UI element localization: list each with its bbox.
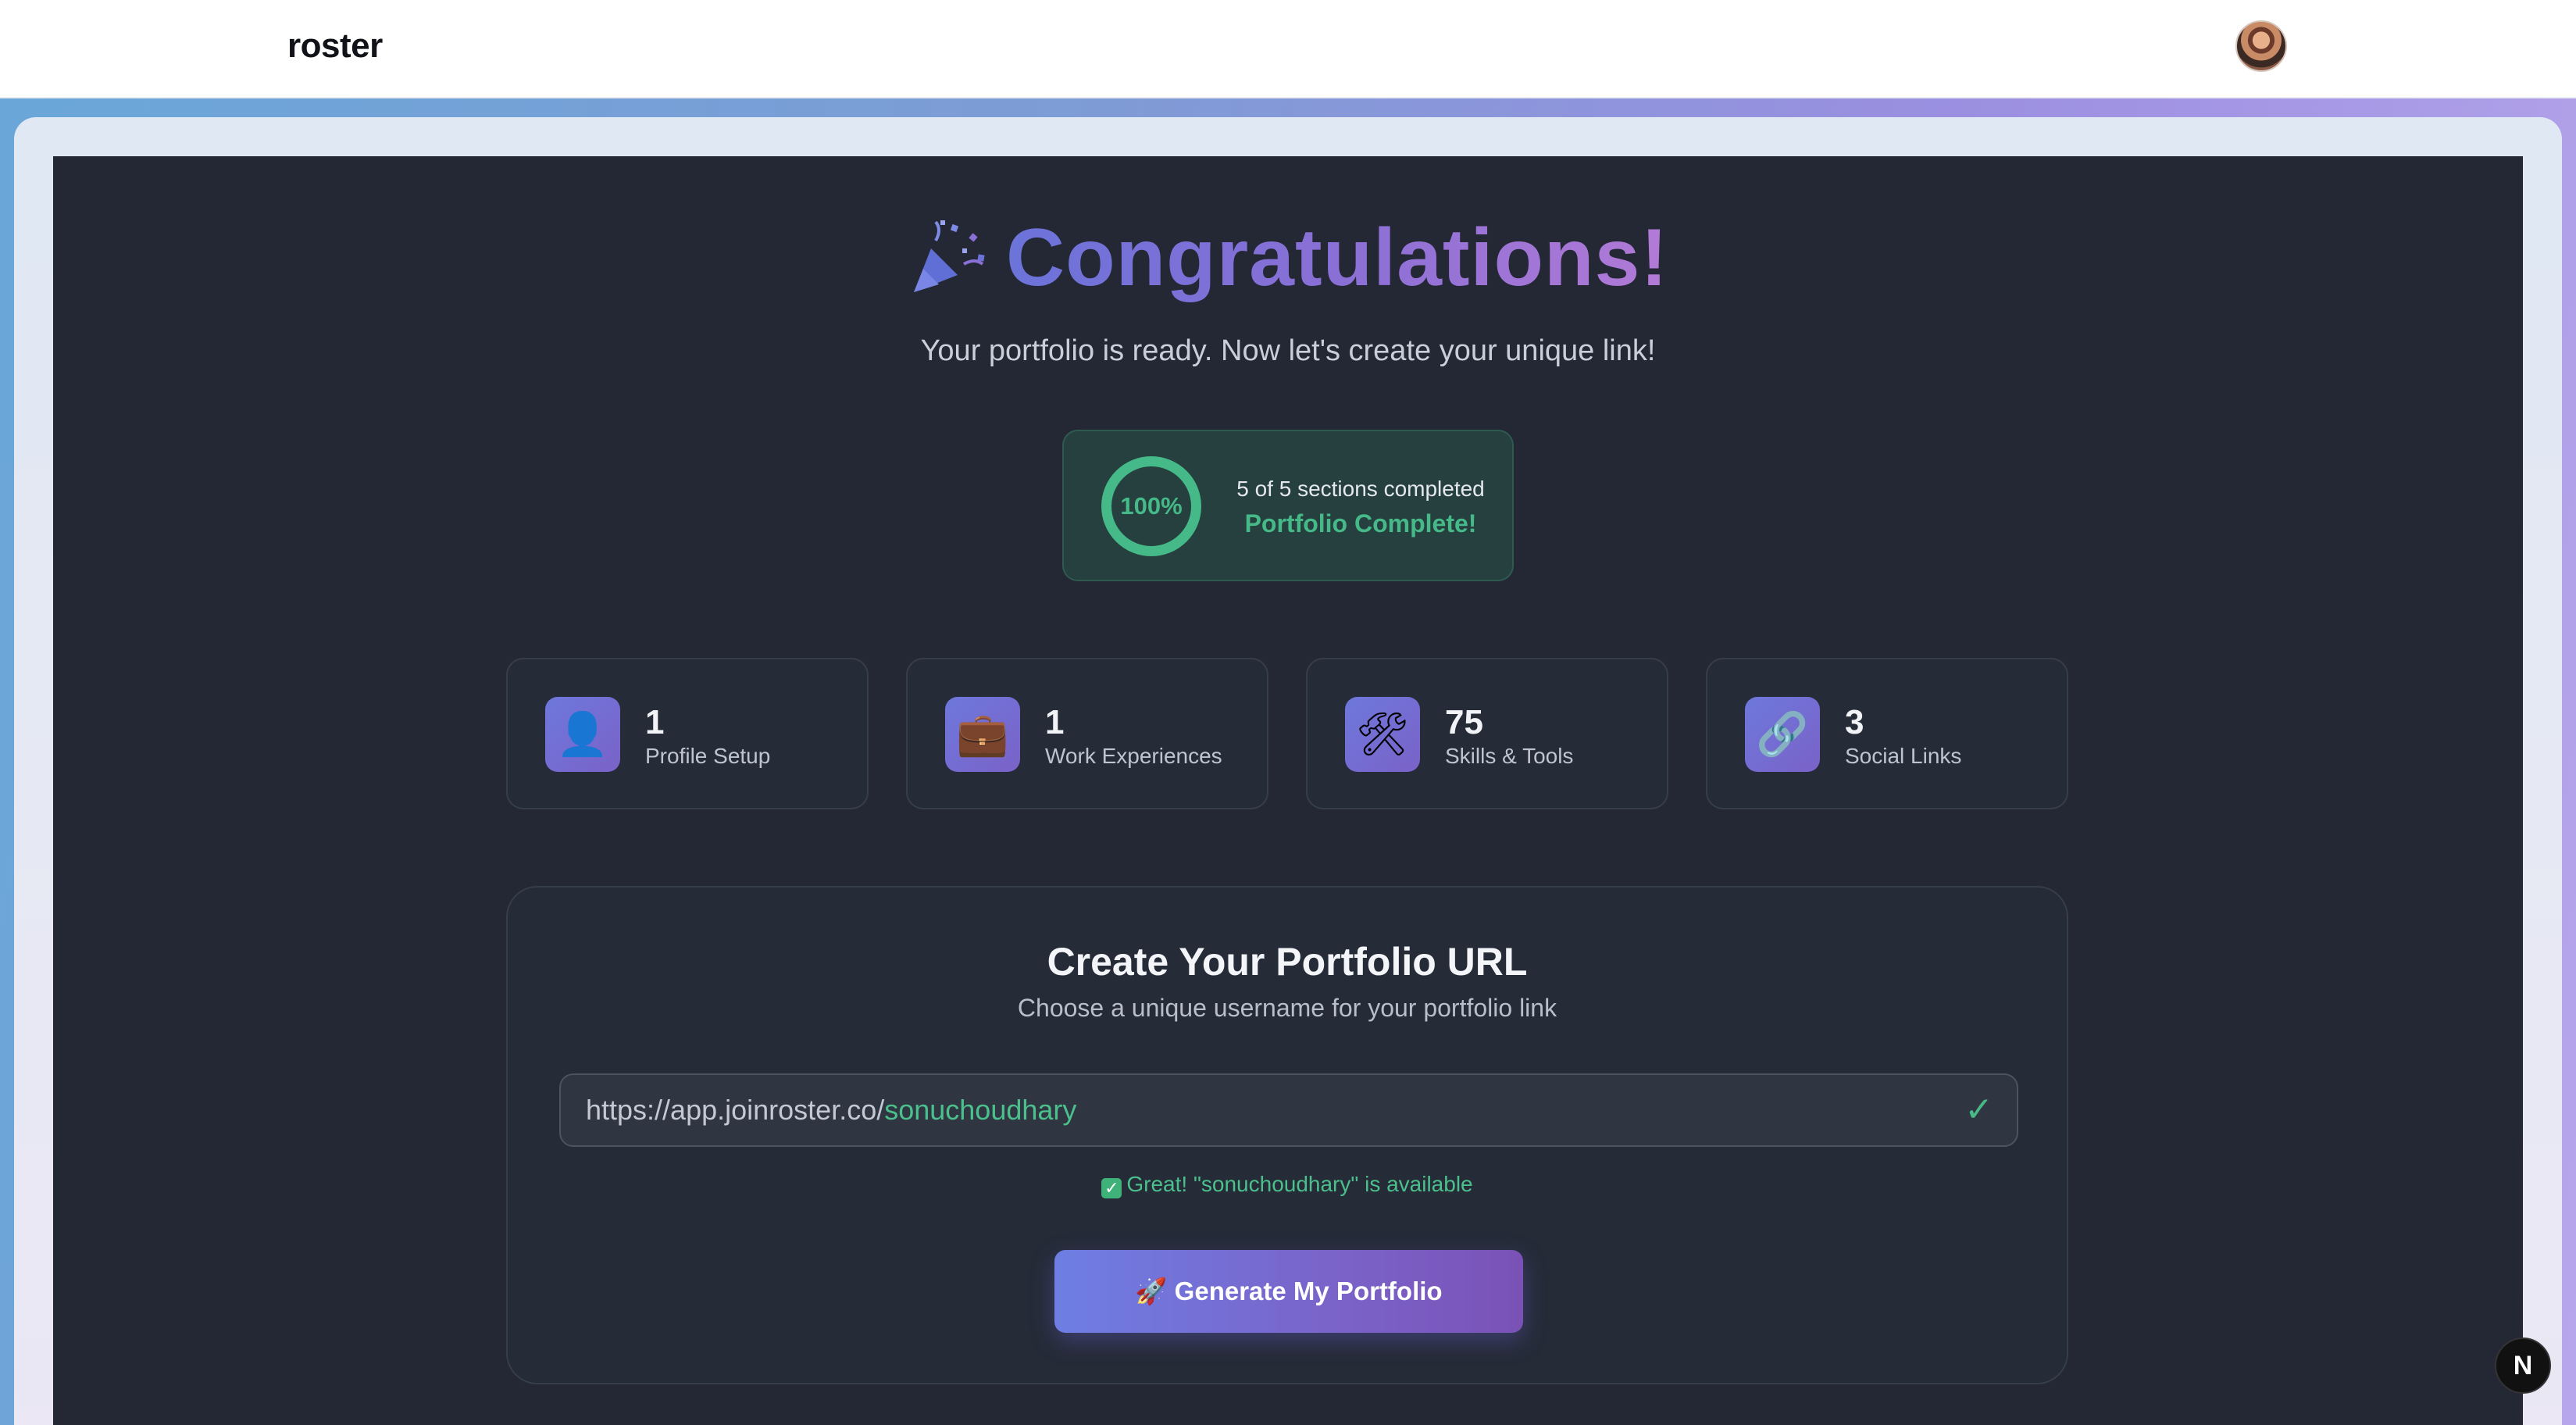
stat-card-skills: 🛠 75 Skills & Tools [1306, 658, 1668, 809]
stat-count: 3 [1845, 703, 1864, 741]
tools-icon: 🛠 [1345, 697, 1420, 772]
stat-count: 1 [1045, 703, 1065, 741]
user-avatar[interactable] [2235, 20, 2287, 72]
url-card-title: Create Your Portfolio URL [1047, 940, 1528, 984]
briefcase-icon: 💼 [945, 697, 1020, 772]
availability-text: Great! "sonuchoudhary" is available [1126, 1172, 1473, 1196]
url-username[interactable]: sonuchoudhary [884, 1094, 1076, 1126]
stat-count: 75 [1445, 703, 1483, 741]
stat-card-social: 🔗 3 Social Links [1706, 658, 2068, 809]
link-icon: 🔗 [1745, 697, 1820, 772]
url-prefix: https://app.joinroster.co/ [586, 1094, 885, 1126]
dev-tools-badge[interactable]: N [2495, 1338, 2551, 1394]
progress-ring: 100% [1101, 456, 1201, 556]
stat-label: Social Links [1845, 744, 1962, 768]
progress-percent: 100% [1120, 492, 1183, 520]
party-popper-icon [908, 217, 989, 298]
check-icon: ✓ [1964, 1091, 1993, 1129]
portfolio-status: Portfolio Complete! [1244, 509, 1477, 538]
stat-count: 1 [645, 703, 665, 741]
url-card-subtitle: Choose a unique username for your portfo… [1017, 994, 1557, 1022]
brand-logo[interactable]: roster [287, 27, 383, 66]
top-navbar: roster [0, 0, 2576, 98]
stat-card-profile: 👤 1 Profile Setup [506, 658, 869, 809]
page-title: Congratulations! [1006, 212, 1668, 303]
sections-completed-text: 5 of 5 sections completed [1236, 477, 1485, 501]
availability-message: ✓ Great! "sonuchoudhary" is available [508, 1172, 2067, 1198]
stat-card-work: 💼 1 Work Experiences [906, 658, 1268, 809]
hero-title-row: Congratulations! [0, 211, 2576, 305]
stat-label: Skills & Tools [1445, 744, 1574, 768]
page-subtitle: Your portfolio is ready. Now let's creat… [920, 334, 1656, 367]
stat-label: Profile Setup [645, 744, 771, 768]
username-url-input[interactable]: https://app.joinroster.co/sonuchoudhary … [559, 1073, 2018, 1147]
progress-card: 100% 5 of 5 sections completed Portfolio… [1062, 430, 1514, 581]
portfolio-url-card: Create Your Portfolio URL Choose a uniqu… [506, 886, 2068, 1384]
generate-portfolio-button[interactable]: 🚀 Generate My Portfolio [1054, 1250, 1523, 1333]
stat-label: Work Experiences [1045, 744, 1222, 768]
checkbox-check-icon: ✓ [1101, 1178, 1122, 1198]
person-icon: 👤 [545, 697, 620, 772]
